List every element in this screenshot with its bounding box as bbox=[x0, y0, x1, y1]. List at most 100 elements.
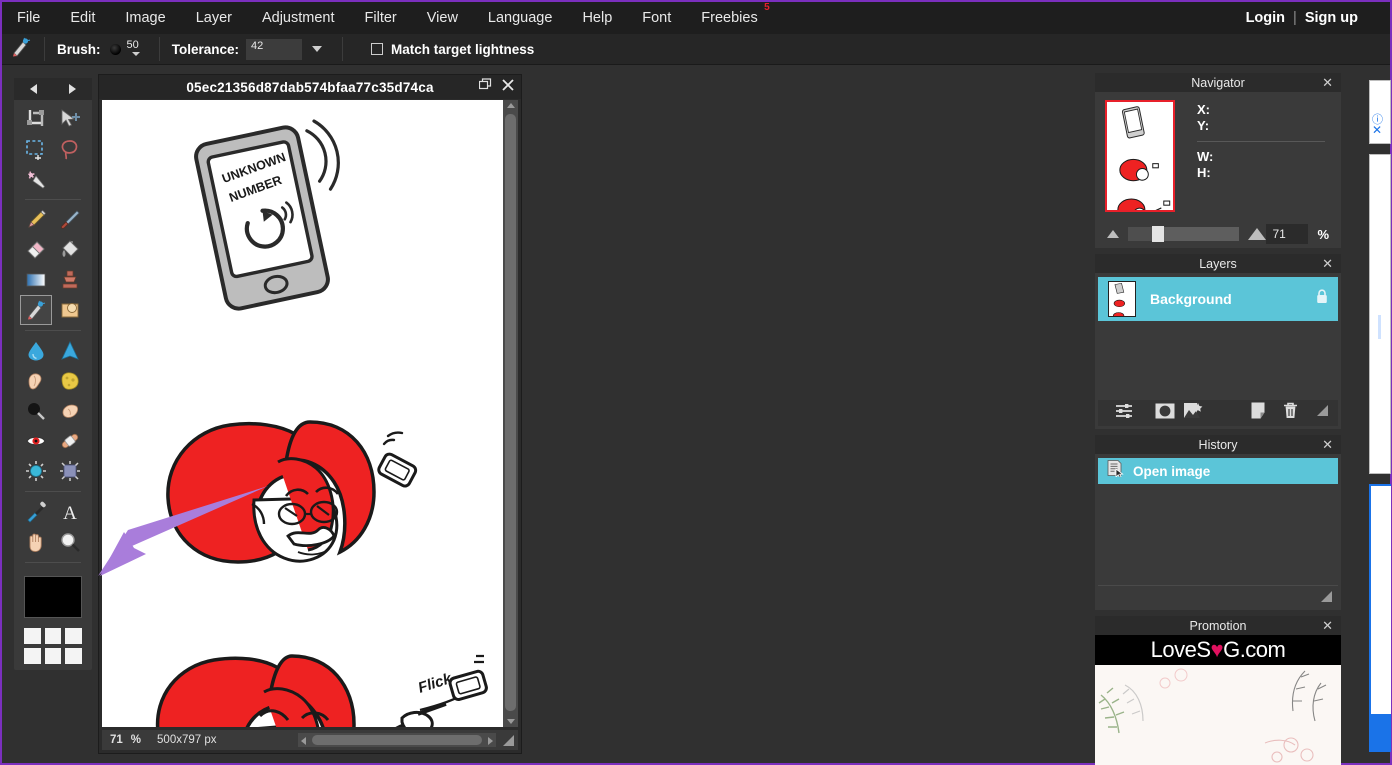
palette-swatch[interactable] bbox=[24, 648, 41, 664]
text-tool[interactable]: A bbox=[54, 497, 86, 527]
eraser-tool[interactable] bbox=[20, 235, 52, 265]
blur-tool[interactable] bbox=[20, 336, 52, 366]
menu-item-edit[interactable]: Edit bbox=[55, 2, 110, 34]
document-window-buttons bbox=[478, 75, 514, 99]
match-lightness-checkbox[interactable] bbox=[371, 43, 384, 55]
large-mountain-icon[interactable] bbox=[1248, 228, 1267, 240]
hand-tool[interactable] bbox=[20, 527, 52, 557]
browser-dialog-card[interactable] bbox=[1369, 484, 1391, 752]
shape-tool[interactable] bbox=[54, 295, 86, 325]
dodge-tool[interactable] bbox=[20, 396, 52, 426]
layer-name: Background bbox=[1150, 291, 1232, 307]
document-titlebar[interactable]: 05ec21356d87dab574bfaa77c35d74ca bbox=[99, 75, 521, 99]
navigator-thumbnail[interactable] bbox=[1105, 100, 1175, 212]
eyedropper-tool[interactable] bbox=[20, 497, 52, 527]
arrow-right-icon[interactable] bbox=[69, 84, 76, 94]
zoom-slider-thumb[interactable] bbox=[1152, 226, 1164, 242]
navigator-w-row: W: bbox=[1197, 149, 1214, 164]
palette-swatch[interactable] bbox=[44, 648, 62, 664]
menu-item-file[interactable]: File bbox=[2, 2, 55, 34]
zoom-level-value[interactable]: 71 bbox=[102, 734, 131, 746]
duplicate-layer-icon[interactable] bbox=[1251, 402, 1265, 424]
menu-item-freebies[interactable]: Freebies 5 bbox=[686, 2, 772, 34]
palette-swatch[interactable] bbox=[44, 628, 62, 644]
zoom-tool[interactable] bbox=[54, 527, 86, 557]
close-icon[interactable]: ✕ bbox=[1322, 76, 1333, 89]
bandage-tool[interactable] bbox=[54, 426, 86, 456]
signup-link[interactable]: Sign up bbox=[1301, 10, 1362, 26]
menu-item-help[interactable]: Help bbox=[567, 2, 627, 34]
scroll-up-icon[interactable] bbox=[507, 103, 515, 108]
scroll-left-icon[interactable] bbox=[301, 737, 306, 745]
layer-row[interactable]: Background bbox=[1098, 277, 1338, 321]
close-icon[interactable]: ✕ bbox=[1322, 619, 1333, 632]
close-icon[interactable]: ✕ bbox=[1322, 438, 1333, 451]
menu-item-language[interactable]: Language bbox=[473, 2, 568, 34]
magic-wand-fill-tool[interactable] bbox=[20, 295, 52, 325]
brush-tool[interactable] bbox=[54, 205, 86, 235]
lasso-tool[interactable] bbox=[54, 134, 86, 164]
resize-grip-icon[interactable] bbox=[502, 734, 515, 747]
canvas[interactable]: UNKNOWN NUMBER Flick bbox=[102, 100, 503, 727]
scroll-down-icon[interactable] bbox=[507, 719, 515, 724]
resize-grip-icon[interactable] bbox=[1316, 404, 1329, 422]
canvas-horizontal-scrollbar[interactable] bbox=[298, 733, 496, 747]
palette-swatch[interactable] bbox=[65, 648, 82, 664]
chevron-down-icon[interactable] bbox=[312, 46, 323, 52]
restore-window-icon[interactable] bbox=[478, 78, 492, 96]
menu-item-layer[interactable]: Layer bbox=[181, 2, 247, 34]
burn-tool[interactable] bbox=[54, 396, 86, 426]
close-icon[interactable]: ✕ bbox=[1322, 257, 1333, 270]
foreground-color-swatch[interactable] bbox=[24, 576, 82, 618]
delete-layer-icon[interactable] bbox=[1283, 402, 1298, 424]
crop-tool[interactable] bbox=[20, 104, 52, 134]
menu-item-font[interactable]: Font bbox=[627, 2, 686, 34]
smudge-tool[interactable] bbox=[20, 366, 52, 396]
bloat-tool[interactable] bbox=[20, 456, 52, 486]
menu-item-filter[interactable]: Filter bbox=[350, 2, 412, 34]
promotion-banner[interactable]: LoveS♥G.com bbox=[1095, 635, 1341, 765]
zoom-slider[interactable] bbox=[1128, 226, 1240, 242]
red-eye-tool[interactable] bbox=[20, 426, 52, 456]
options-divider bbox=[158, 37, 160, 61]
sponge-tool[interactable] bbox=[54, 366, 86, 396]
menu-item-view[interactable]: View bbox=[412, 2, 473, 34]
menu-item-adjustment[interactable]: Adjustment bbox=[247, 2, 350, 34]
close-icon[interactable] bbox=[502, 78, 514, 96]
clone-stamp-tool[interactable] bbox=[54, 265, 86, 295]
close-icon[interactable]: ✕ bbox=[1372, 123, 1382, 137]
layer-mask-icon[interactable] bbox=[1155, 403, 1175, 424]
sharpen-tool[interactable] bbox=[54, 336, 86, 366]
pinch-tool[interactable] bbox=[54, 456, 86, 486]
paint-bucket-tool[interactable] bbox=[54, 235, 86, 265]
gradient-tool[interactable] bbox=[20, 265, 52, 295]
chevron-down-icon[interactable] bbox=[131, 52, 140, 56]
layer-settings-icon[interactable] bbox=[1115, 403, 1133, 424]
login-link[interactable]: Login bbox=[1242, 10, 1289, 26]
browser-notification-card[interactable]: ⓘ ✕ bbox=[1369, 80, 1391, 144]
vertical-scroll-thumb[interactable] bbox=[505, 114, 516, 711]
canvas-vertical-scrollbar[interactable] bbox=[503, 100, 518, 727]
pencil-tool[interactable] bbox=[20, 205, 52, 235]
tolerance-input[interactable]: 42 bbox=[246, 38, 303, 60]
menu-item-image[interactable]: Image bbox=[110, 2, 180, 34]
history-entry[interactable]: Open image bbox=[1098, 458, 1338, 484]
magic-wand-tool[interactable] bbox=[20, 164, 52, 194]
small-mountain-icon[interactable] bbox=[1107, 230, 1119, 238]
brush-option[interactable]: Brush: 50 bbox=[49, 34, 155, 65]
resize-grip-icon[interactable] bbox=[1320, 590, 1333, 608]
horizontal-scroll-thumb[interactable] bbox=[312, 735, 482, 745]
add-effect-icon[interactable] bbox=[1183, 402, 1203, 424]
match-target-lightness-option[interactable]: Match target lightness bbox=[347, 34, 542, 65]
palette-swatch[interactable] bbox=[65, 628, 82, 644]
primary-button[interactable] bbox=[1371, 714, 1391, 750]
browser-panel-card[interactable] bbox=[1369, 154, 1391, 474]
move-tool[interactable] bbox=[54, 104, 86, 134]
rectangular-marquee-tool[interactable] bbox=[20, 134, 52, 164]
lock-icon[interactable] bbox=[1316, 289, 1328, 309]
palette-swatch[interactable] bbox=[24, 628, 41, 644]
menu-label: Freebies bbox=[701, 10, 758, 26]
scroll-right-icon[interactable] bbox=[488, 737, 493, 745]
navigator-zoom-input[interactable]: 71 bbox=[1266, 224, 1309, 244]
arrow-left-icon[interactable] bbox=[30, 84, 37, 94]
